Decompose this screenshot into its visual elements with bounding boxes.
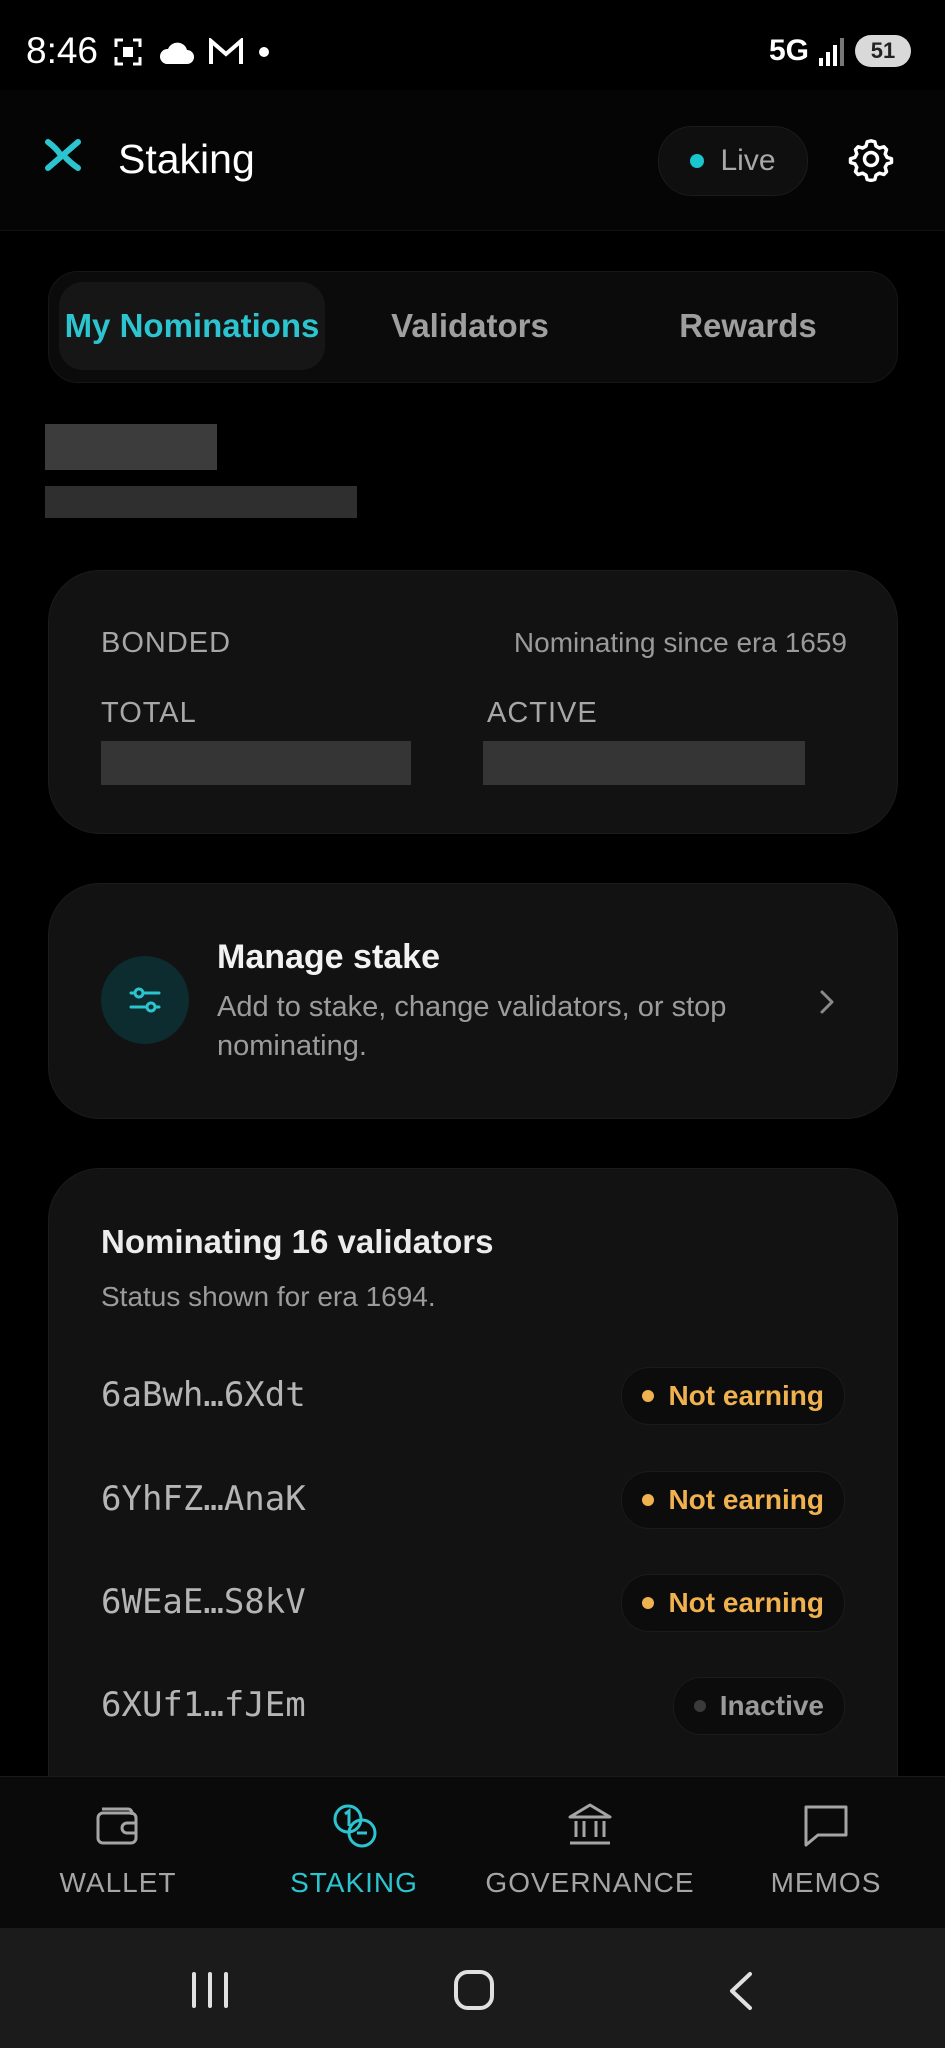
status-system-icons: 5G 51 <box>769 34 911 68</box>
gmail-icon <box>209 38 243 64</box>
gear-icon[interactable] <box>848 136 894 182</box>
total-label: TOTAL <box>101 697 197 729</box>
status-text: Inactive <box>719 1690 824 1721</box>
status-text: Not earning <box>668 1484 824 1515</box>
back-icon[interactable] <box>722 1970 762 2012</box>
sliders-icon <box>101 956 189 1044</box>
validator-row[interactable]: 6YhFZ…AnaK Not earning <box>101 1471 845 1531</box>
status-text: Not earning <box>668 1380 824 1411</box>
account-info-redacted <box>45 424 365 520</box>
memos-icon <box>804 1805 848 1847</box>
status-dot-icon <box>642 1390 655 1402</box>
nav-memos[interactable]: MEMOS <box>708 1797 944 1899</box>
governance-icon <box>568 1803 612 1845</box>
wallet-icon <box>96 1807 138 1845</box>
segmented-tabs: My Nominations Validators Rewards <box>48 271 898 383</box>
active-value-redacted <box>483 741 805 785</box>
nav-staking-label: STAKING <box>290 1867 418 1898</box>
battery-indicator: 51 <box>855 35 911 67</box>
status-notification-icons <box>112 34 270 70</box>
status-dot-icon <box>642 1494 655 1506</box>
manage-stake-description: Add to stake, change validators, or stop… <box>217 991 727 1062</box>
total-value-redacted <box>101 741 411 785</box>
nav-wallet[interactable]: WALLET <box>0 1797 236 1899</box>
bonded-label: BONDED <box>101 627 232 659</box>
tab-rewards[interactable]: Rewards <box>615 282 881 370</box>
dot-icon <box>259 47 269 57</box>
validator-address: 6WEaE…S8kV <box>101 1582 306 1622</box>
live-label: Live <box>720 144 776 177</box>
validator-address: 6aBwh…6Xdt <box>101 1375 306 1415</box>
live-status-badge[interactable]: Live <box>658 126 808 196</box>
network-label: 5G <box>768 34 809 67</box>
status-bar: 8:46 5G 51 <box>0 0 945 90</box>
live-dot-icon <box>690 154 705 168</box>
nav-governance[interactable]: GOVERNANCE <box>472 1797 708 1899</box>
active-label: ACTIVE <box>487 697 598 729</box>
system-navigation-bar <box>0 1928 945 2048</box>
validator-row[interactable]: 6WEaE…S8kV Not earning <box>101 1574 845 1634</box>
status-badge: Inactive <box>672 1677 845 1735</box>
status-dot-icon <box>693 1700 706 1712</box>
chevron-right-icon <box>820 990 834 1014</box>
manage-stake-title: Manage stake <box>217 938 440 976</box>
tab-validators[interactable]: Validators <box>337 282 603 370</box>
app-logo-icon <box>45 139 81 171</box>
app-header: Staking Live <box>0 90 945 231</box>
tab-my-nominations[interactable]: My Nominations <box>59 282 325 370</box>
nav-memos-label: MEMOS <box>770 1867 882 1898</box>
nominating-since-text: Nominating since era 1659 <box>513 627 847 658</box>
recents-icon[interactable] <box>188 1970 232 2010</box>
nav-staking[interactable]: STAKING <box>236 1797 472 1899</box>
validator-row[interactable]: 6aBwh…6Xdt Not earning <box>101 1367 845 1427</box>
status-badge: Not earning <box>621 1574 845 1632</box>
validator-address: 6YhFZ…AnaK <box>101 1479 306 1519</box>
status-dot-icon <box>642 1597 655 1609</box>
manage-stake-card[interactable]: Manage stake Add to stake, change valida… <box>48 883 898 1119</box>
home-icon[interactable] <box>452 1968 496 2012</box>
validator-address: 6XUf1…fJEm <box>101 1685 306 1725</box>
status-text: Not earning <box>668 1587 824 1618</box>
staking-icon <box>333 1804 377 1848</box>
nominations-card: Nominating 16 validators Status shown fo… <box>48 1168 898 1870</box>
nav-governance-label: GOVERNANCE <box>485 1867 695 1898</box>
status-badge: Not earning <box>621 1471 845 1529</box>
nav-wallet-label: WALLET <box>59 1867 177 1898</box>
screenshot-icon <box>114 38 142 66</box>
validator-row[interactable]: 6XUf1…fJEm Inactive <box>101 1677 845 1737</box>
nominations-title: Nominating 16 validators <box>101 1223 494 1260</box>
bottom-navigation: WALLET STAKING GOVERNANCE MEMOS <box>0 1776 945 1929</box>
nominations-subtitle: Status shown for era 1694. <box>101 1281 436 1312</box>
bonded-summary-card: BONDED Nominating since era 1659 TOTAL A… <box>48 570 898 834</box>
status-time: 8:46 <box>26 30 99 71</box>
cloud-icon <box>159 42 194 64</box>
page-title: Staking <box>118 136 255 182</box>
status-badge: Not earning <box>621 1367 845 1425</box>
signal-icon <box>819 38 844 66</box>
